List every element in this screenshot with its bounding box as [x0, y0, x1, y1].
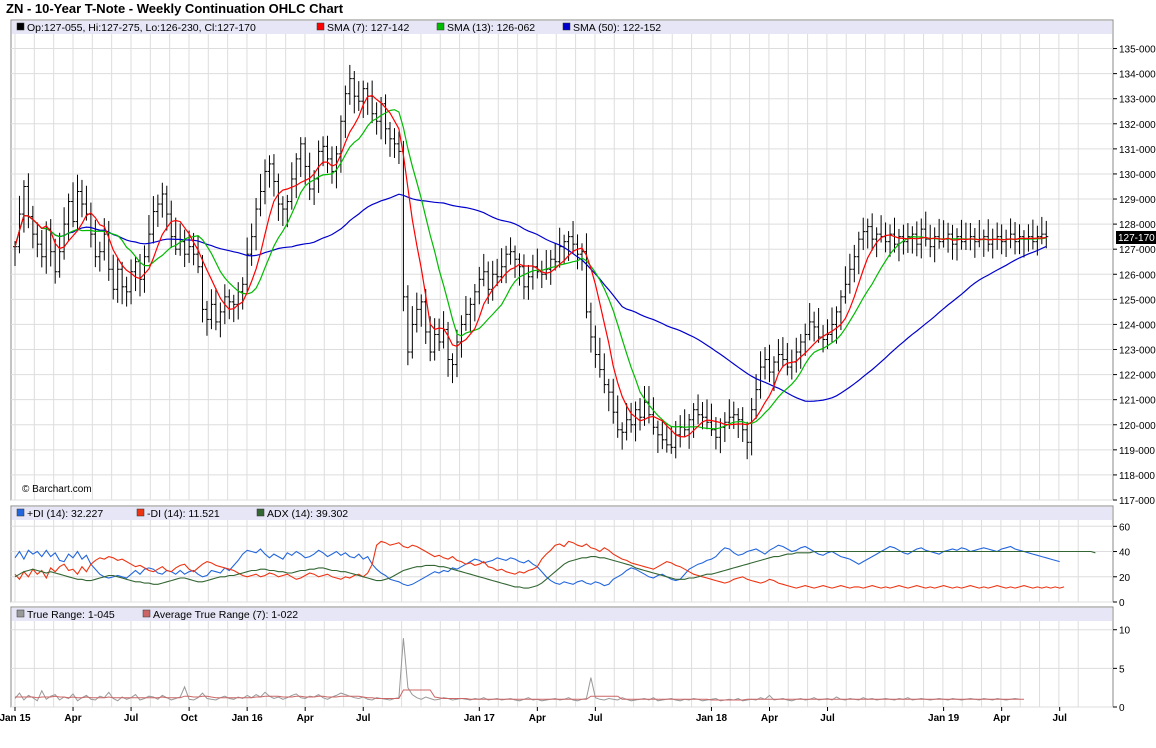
tr-ytick-label: 0 — [1119, 703, 1125, 714]
price-ytick-label: 125-000 — [1119, 295, 1156, 306]
legend-label: SMA (7): 127-142 — [327, 22, 409, 34]
legend-label: SMA (13): 126-062 — [447, 22, 535, 34]
legend-label: +DI (14): 32.227 — [27, 508, 103, 520]
dmi-ytick-label: 40 — [1119, 548, 1131, 559]
legend-label: Average True Range (7): 1-022 — [153, 609, 298, 621]
price-ytick-label: 127-000 — [1119, 245, 1156, 256]
legend-swatch — [16, 609, 25, 618]
xtick-label: Jan 16 — [232, 713, 264, 724]
panel-frame-dmi — [10, 505, 1114, 603]
legend-swatch — [436, 22, 445, 31]
xtick-label: Jul — [124, 713, 139, 724]
dmi-ytick-label: 60 — [1119, 522, 1131, 533]
xtick-label: Apr — [64, 713, 81, 724]
xtick-label: Apr — [529, 713, 546, 724]
legend-swatch — [16, 22, 25, 31]
xtick-label: Apr — [297, 713, 314, 724]
price-ytick-label: 119-000 — [1119, 446, 1155, 457]
panel-frame-price — [10, 19, 1114, 501]
legend-label: -DI (14): 11.521 — [147, 508, 220, 520]
legend-swatch — [136, 508, 145, 517]
xtick-label: Jul — [1052, 713, 1067, 724]
panel-frame-tr — [10, 606, 1114, 708]
xtick-label: Apr — [993, 713, 1010, 724]
xtick-label: Jan 17 — [464, 713, 496, 724]
price-ytick-label: 132-000 — [1119, 120, 1156, 131]
price-ytick-label: 124-000 — [1119, 320, 1156, 331]
price-ytick-label: 121-000 — [1119, 396, 1156, 407]
xtick-label: Oct — [181, 713, 198, 724]
price-ytick-label: 122-000 — [1119, 371, 1156, 382]
price-ytick-label: 130-000 — [1119, 170, 1156, 181]
legend-swatch — [316, 22, 325, 31]
price-ytick-label: 129-000 — [1119, 195, 1156, 206]
price-ytick-label: 134-000 — [1119, 70, 1156, 81]
xtick-label: Jan 15 — [0, 713, 31, 724]
xtick-label: Apr — [761, 713, 778, 724]
tr-ytick-label: 10 — [1119, 626, 1131, 637]
price-ytick-label: 133-000 — [1119, 95, 1156, 106]
xtick-label: Jul — [588, 713, 603, 724]
barchart-watermark: © Barchart.com — [22, 484, 92, 495]
price-ytick-label: 135-000 — [1119, 45, 1156, 56]
panel-frames — [10, 19, 1114, 708]
price-ytick-label: 126-000 — [1119, 270, 1156, 281]
legend-swatch — [256, 508, 265, 517]
true-range-legend: True Range: 1-045 Average True Range (7):… — [16, 609, 298, 621]
dmi-ytick-label: 20 — [1119, 573, 1131, 584]
xtick-label: Jul — [356, 713, 371, 724]
price-ytick-label: 123-000 — [1119, 346, 1156, 357]
legend-swatch — [562, 22, 571, 31]
price-ytick-label: 117-000 — [1119, 496, 1155, 507]
last-price-tag-label: 127-170 — [1118, 233, 1155, 244]
xtick-label: Jan 19 — [928, 713, 960, 724]
last-price-tag: 127-170 — [1116, 231, 1156, 244]
legend-label: SMA (50): 122-152 — [573, 22, 661, 34]
price-ytick-label: 128-000 — [1119, 220, 1156, 231]
dmi-legend: +DI (14): 32.227 -DI (14): 11.521 ADX (14)… — [16, 508, 348, 520]
price-ytick-label: 131-000 — [1119, 145, 1156, 156]
price-ytick-label: 120-000 — [1119, 421, 1156, 432]
price-ytick-label: 118-000 — [1119, 471, 1155, 482]
chart-canvas: 117-000 118-000 119-000 120-000 121-000 122-0… — [0, 19, 1156, 724]
dmi-ytick-label: 0 — [1119, 598, 1125, 609]
legend-swatch — [142, 609, 151, 618]
legend-label: ADX (14): 39.302 — [267, 508, 348, 520]
legend-label: True Range: 1-045 — [27, 609, 115, 621]
xtick-label: Jan 18 — [696, 713, 728, 724]
tr-ytick-label: 5 — [1119, 664, 1125, 675]
legend-swatch — [16, 508, 25, 517]
legend-label: Op:127-055, Hi:127-275, Lo:126-230, Cl:1… — [27, 22, 256, 34]
xtick-label: Jul — [820, 713, 835, 724]
